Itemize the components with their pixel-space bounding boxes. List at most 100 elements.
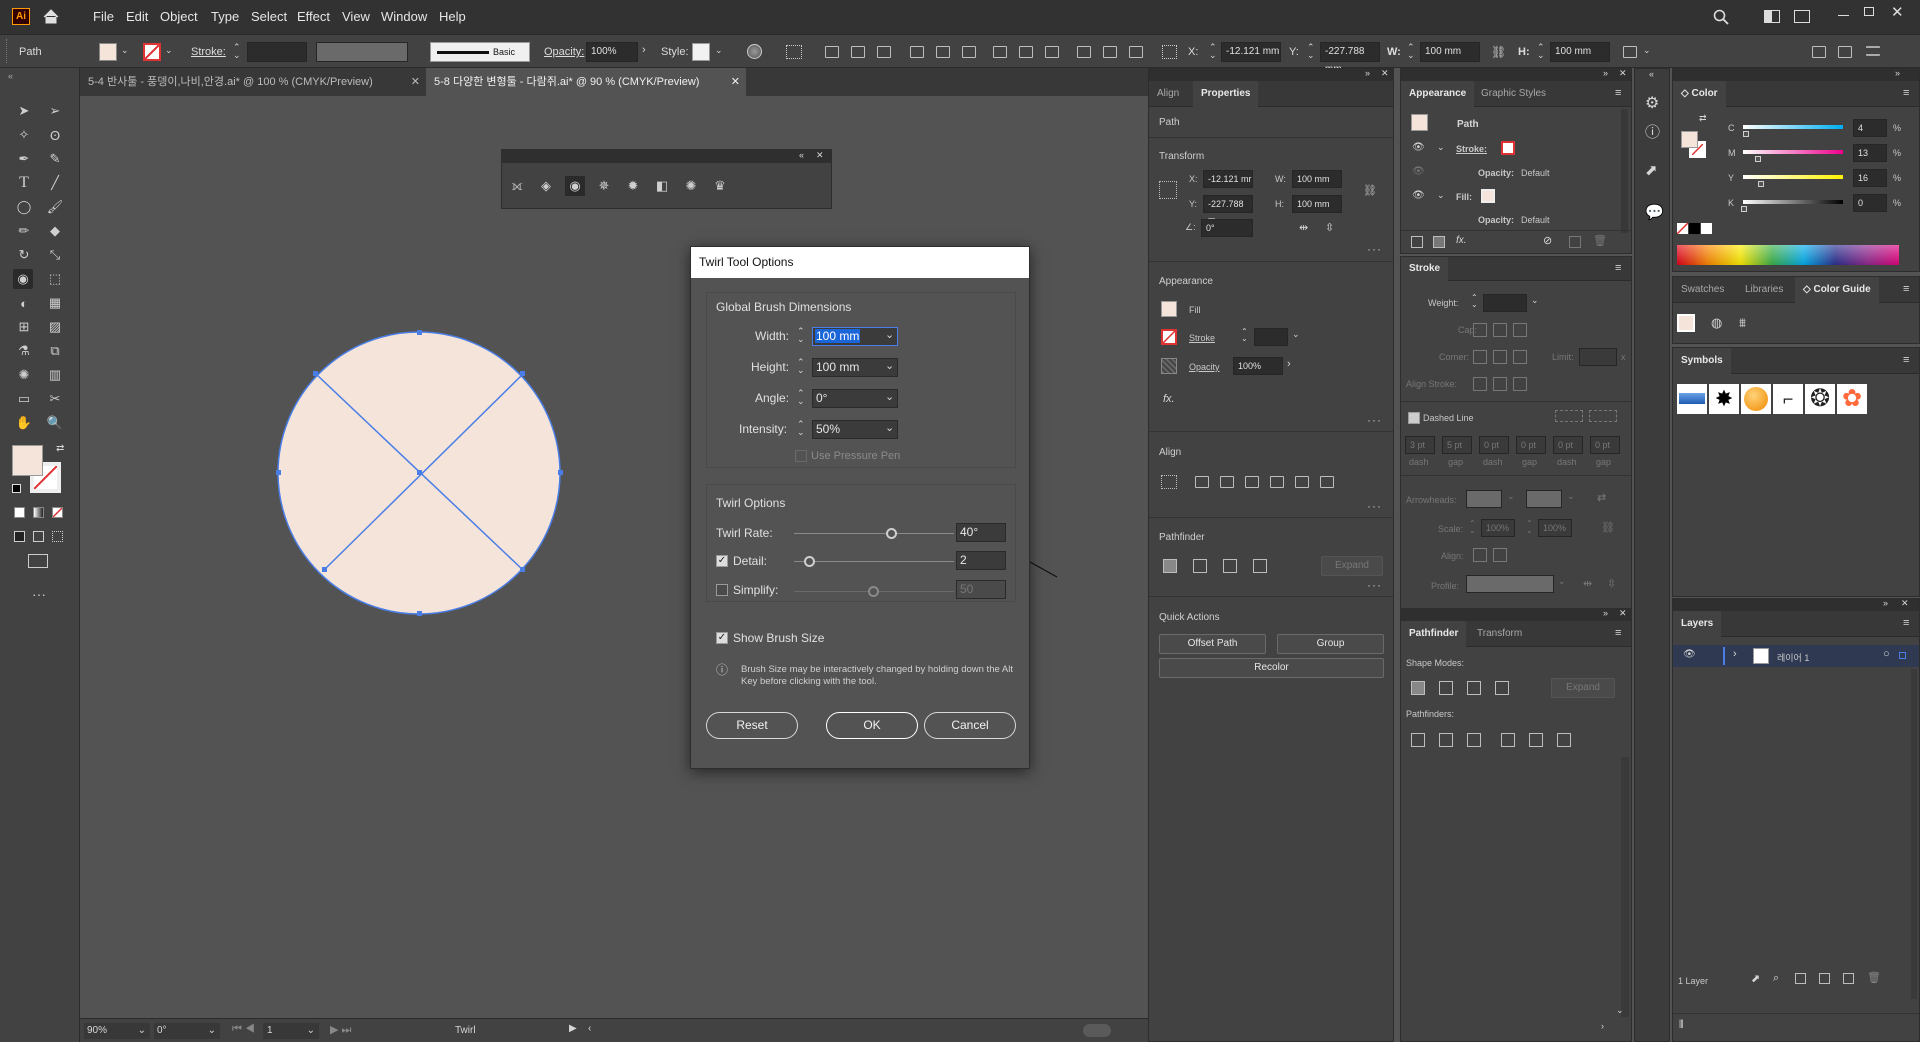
tab-color-guide[interactable]: ◇ Color Guide [1795, 277, 1879, 303]
panel-menu-icon[interactable]: ≡ [1903, 354, 1909, 366]
tab-libraries[interactable]: Libraries [1737, 277, 1791, 303]
fill-swatch[interactable] [99, 43, 117, 61]
panel-menu-icon[interactable]: ≡ [1903, 87, 1909, 99]
new-layer-icon[interactable] [1843, 973, 1854, 984]
opacity-input[interactable]: 100% [586, 42, 638, 62]
menu-help[interactable]: Help [439, 9, 466, 24]
stroke-swatch[interactable] [1501, 141, 1515, 155]
scroll-right-icon[interactable]: › [1601, 1021, 1604, 1031]
target-icon[interactable]: ○ [1883, 648, 1890, 660]
dash-1-input[interactable]: 3 pt [1405, 436, 1435, 454]
reset-button[interactable]: Reset [706, 712, 798, 739]
artboard-select[interactable]: 1 ⌄ [263, 1023, 319, 1039]
expand-button[interactable]: Expand [1551, 678, 1615, 698]
fill-label[interactable]: Fill: [1456, 192, 1472, 202]
symbol-sprayer-tool-icon[interactable]: ✺ [14, 365, 34, 385]
vertical-scrollbar[interactable] [1911, 669, 1917, 999]
fill-swatch[interactable] [1481, 189, 1495, 203]
stepper-icon[interactable]: ⌃ ⌄ [1526, 520, 1533, 535]
crystallize-tool-icon[interactable]: ✺ [681, 176, 701, 196]
group-button[interactable]: Group [1277, 634, 1384, 654]
arrow-tip-extend-icon[interactable] [1473, 548, 1487, 562]
c-input[interactable]: 4 [1853, 119, 1887, 137]
tab-pathfinder[interactable]: Pathfinder [1401, 621, 1467, 647]
expand-button[interactable]: Expand [1321, 556, 1383, 576]
link-icon[interactable]: ⛓ [1491, 45, 1506, 59]
detail-checkbox[interactable]: ✓ [716, 555, 728, 567]
y-input[interactable]: 16 [1853, 169, 1887, 187]
x-input[interactable]: -12.121 mm [1221, 42, 1281, 62]
distribute-hcenter-icon[interactable] [1103, 46, 1117, 58]
transform-icon[interactable] [1623, 46, 1637, 58]
collapse-icon[interactable]: » [1603, 608, 1608, 618]
chevron-down-icon[interactable]: ⌄ [1643, 45, 1651, 56]
hand-tool-icon[interactable]: ✋ [14, 413, 34, 433]
chevron-down-icon[interactable]: ⌄ [885, 390, 894, 403]
opacity-value[interactable]: Default [1521, 215, 1550, 225]
butt-cap-icon[interactable] [1473, 323, 1487, 337]
menu-effect[interactable]: Effect [297, 9, 330, 24]
add-stroke-icon[interactable] [1411, 236, 1423, 248]
new-sublayer-icon[interactable] [1819, 973, 1830, 984]
flip-across-icon[interactable]: ⇳ [1607, 577, 1616, 590]
chevron-down-icon[interactable]: ⌄ [165, 45, 173, 56]
intersect-icon[interactable] [1467, 681, 1481, 695]
clear-icon[interactable]: ⊘ [1543, 234, 1552, 247]
collapse-icon[interactable]: » [1883, 598, 1888, 608]
align-to-icon[interactable] [1161, 475, 1177, 489]
link-icon[interactable]: ⛓ [1363, 184, 1377, 197]
weight-input[interactable] [1483, 294, 1527, 312]
base-color-swatch[interactable] [1677, 314, 1695, 332]
collapse-icon[interactable]: « [8, 71, 13, 81]
miter-join-icon[interactable] [1473, 350, 1487, 364]
reference-point-icon[interactable] [1162, 45, 1177, 59]
minus-front-icon[interactable] [1193, 559, 1207, 573]
direct-selection-tool-icon[interactable]: ➢ [45, 101, 65, 121]
stepper-icon[interactable]: ⌃ ⌄ [797, 358, 805, 375]
unite-icon[interactable] [1411, 681, 1425, 695]
m-input[interactable]: 13 [1853, 144, 1887, 162]
chevron-right-icon[interactable]: › [1733, 648, 1737, 660]
color-groups-icon[interactable]: ◍ [1711, 315, 1722, 331]
offset-path-button[interactable]: Offset Path [1159, 634, 1266, 654]
stepper-icon[interactable]: ⌃ ⌄ [1537, 43, 1545, 60]
menu-object[interactable]: Object [160, 9, 198, 24]
opacity-input[interactable]: 100% [1233, 357, 1283, 375]
stepper-icon[interactable]: ⌃ ⌄ [1307, 43, 1315, 60]
eye-icon[interactable]: 👁 [1412, 166, 1425, 177]
align-right-icon[interactable] [1245, 476, 1259, 488]
eyedropper-tool-icon[interactable]: ⚗ [14, 341, 34, 361]
twirl-rate-track[interactable] [794, 533, 954, 534]
y-input[interactable]: -227.788 m [1203, 195, 1253, 225]
collapse-icon[interactable]: « [799, 150, 804, 160]
zoom-select[interactable]: 90% ⌄ [84, 1023, 150, 1039]
brush-definition[interactable]: Basic [430, 42, 530, 62]
square-cap-icon[interactable] [1513, 323, 1527, 337]
scale-tool-icon[interactable]: ⤡ [45, 245, 65, 265]
divide-icon[interactable] [1411, 733, 1425, 747]
h-input[interactable]: 100 mm [1550, 42, 1610, 62]
draw-behind-icon[interactable] [33, 531, 44, 542]
stroke-weight-input[interactable] [1254, 328, 1288, 346]
stroke-swatch[interactable] [1161, 329, 1177, 345]
lasso-tool-icon[interactable]: ʘ [45, 125, 65, 145]
y-input[interactable]: -227.788 mm [1320, 42, 1380, 75]
search-icon[interactable]: ⌕ [1773, 972, 1779, 985]
close-icon[interactable]: ✕ [816, 150, 824, 161]
chevron-down-icon[interactable]: ⌄ [885, 328, 894, 341]
close-icon[interactable]: ✕ [1381, 68, 1389, 79]
k-input[interactable]: 0 [1853, 194, 1887, 212]
align-to-icon[interactable] [786, 45, 802, 59]
align-top-icon[interactable] [1270, 476, 1284, 488]
close-icon[interactable]: ✕ [1901, 598, 1909, 609]
opacity-label[interactable]: Opacity: [1478, 168, 1514, 178]
menu-view[interactable]: View [342, 9, 370, 24]
scale-end-input[interactable]: 100% [1538, 519, 1572, 537]
x-input[interactable]: -12.121 mr [1203, 170, 1253, 188]
color-spectrum[interactable] [1677, 245, 1899, 265]
chevron-down-icon[interactable]: ⌄ [1567, 491, 1575, 502]
fx-icon[interactable]: fx. [1456, 235, 1467, 246]
chevron-down-icon[interactable]: ⌄ [1437, 190, 1445, 201]
cancel-button[interactable]: Cancel [924, 712, 1016, 739]
style-swatch[interactable] [692, 43, 710, 61]
